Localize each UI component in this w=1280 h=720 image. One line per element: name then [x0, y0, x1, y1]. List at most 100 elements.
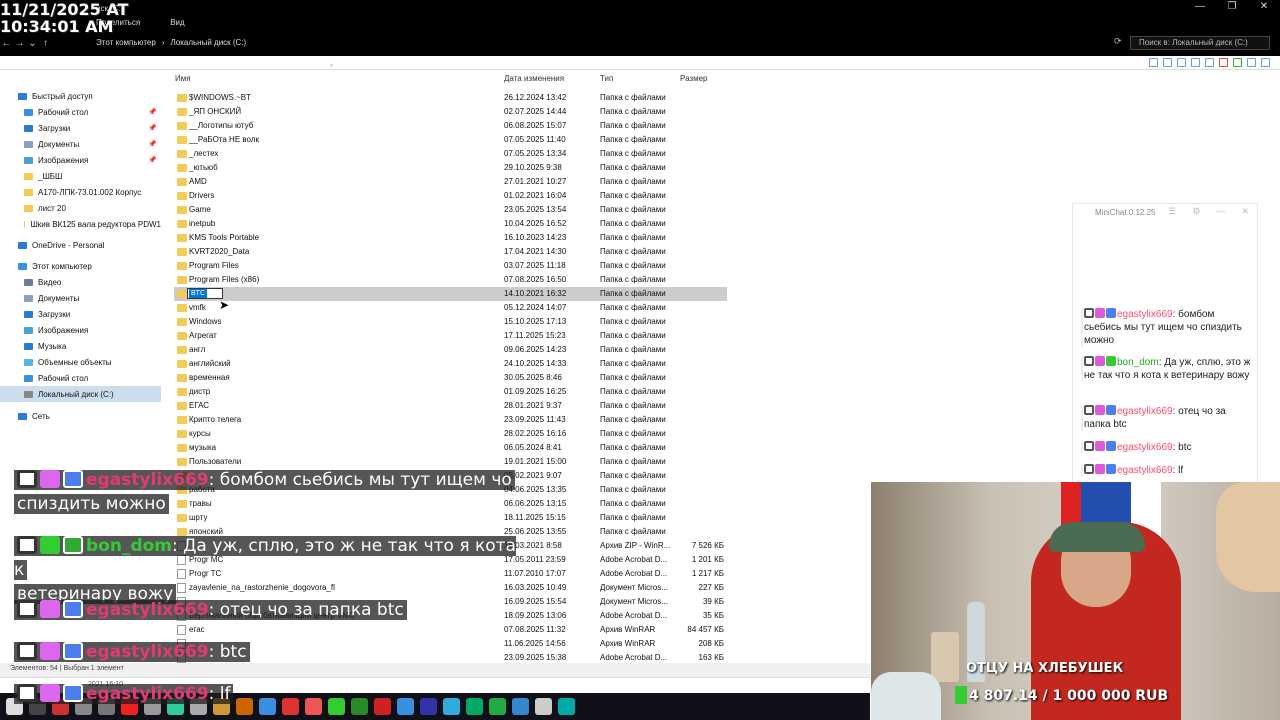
- minimize-icon[interactable]: —: [1216, 206, 1225, 217]
- maximize-button[interactable]: ❐: [1216, 0, 1248, 14]
- taskbar-app-icon[interactable]: [305, 698, 322, 715]
- file-row[interactable]: __Логотипы ютуб 06.08.2025 15:07 Папка с ф…: [174, 119, 727, 133]
- file-row[interactable]: $WINDOWS.~BT 26.12.2024 13:42 Папка с файл…: [174, 91, 727, 105]
- file-row[interactable]: Game 23.05.2025 13:54 Папка с файлами: [174, 203, 727, 217]
- taskbar-app-icon[interactable]: [190, 698, 207, 715]
- file-row[interactable]: _ЯП ОНСКИЙ 02.07.2025 14:44 Папка с файлам…: [174, 105, 727, 119]
- column-size[interactable]: Размер: [680, 74, 708, 83]
- nav-item[interactable]: Рабочий стол 📌: [0, 104, 161, 120]
- layout-icon[interactable]: [1149, 58, 1158, 67]
- globe-icon[interactable]: [1261, 58, 1270, 67]
- taskbar-app-icon[interactable]: [443, 698, 460, 715]
- nav-item[interactable]: Изображения 📌: [0, 152, 161, 168]
- taskbar-app-icon[interactable]: [6, 698, 23, 715]
- file-row[interactable]: Агрегат 17.11.2025 15:23 Папка с файлами: [174, 329, 727, 343]
- file-row[interactable]: работа 04.06.2025 13:35 Папка с файлами: [174, 483, 727, 497]
- rename-icon[interactable]: [1247, 58, 1256, 67]
- file-row[interactable]: Drivers 01.02.2021 16:04 Папка с файлами: [174, 189, 727, 203]
- taskbar-app-icon[interactable]: [397, 698, 414, 715]
- close-icon[interactable]: ✕: [1241, 206, 1249, 217]
- breadcrumb-local-disk[interactable]: Локальный диск (C:): [171, 36, 247, 50]
- rename-input[interactable]: BTC: [187, 288, 223, 299]
- history-chevron-icon[interactable]: ⌄: [26, 38, 39, 49]
- file-row[interactable]: KVRT2020_Data 17.04.2021 14:30 Папка с фай…: [174, 245, 727, 259]
- nav-item[interactable]: Рабочий стол: [0, 370, 161, 386]
- nav-item[interactable]: Сеть: [0, 408, 161, 424]
- nav-item[interactable]: Загрузки: [0, 306, 161, 322]
- file-row[interactable]: Progr TC 11.07.2010 17:07 Adobe Acrobat D.…: [174, 567, 727, 581]
- file-row[interactable]: 11.06.2025 14:56 Архив WinRAR 208 КБ: [174, 637, 727, 651]
- taskbar-app-icon[interactable]: [512, 698, 529, 715]
- taskbar-app-icon[interactable]: [121, 698, 138, 715]
- file-row[interactable]: 16.09.2025 15:54 Документ Micros... 39 КБ: [174, 595, 727, 609]
- file-row[interactable]: Windows 15.10.2025 17:13 Папка с файлами: [174, 315, 727, 329]
- nav-item[interactable]: Шкив ВК125 вала редуктора PDW1: [0, 216, 161, 232]
- nav-item[interactable]: А170-ЛПК-73.01.002 Корпус: [0, 184, 161, 200]
- nav-item[interactable]: лист 20: [0, 200, 161, 216]
- list-icon[interactable]: ☰: [1168, 206, 1176, 217]
- taskbar-app-icon[interactable]: [489, 698, 506, 715]
- nav-item[interactable]: Видео: [0, 274, 161, 290]
- nav-item[interactable]: OneDrive - Personal: [0, 237, 161, 253]
- taskbar-app-icon[interactable]: [374, 698, 391, 715]
- close-button[interactable]: ✕: [1248, 0, 1280, 14]
- file-row[interactable]: музыка 06.05.2024 8:41 Папка с файлами: [174, 441, 727, 455]
- breadcrumb-this-pc[interactable]: Этот компьютер: [96, 36, 156, 50]
- taskbar-app-icon[interactable]: [282, 698, 299, 715]
- file-row[interactable]: _ютьюб 29.10.2025 9:38 Папка с файлами: [174, 161, 727, 175]
- file-row[interactable]: курсы 28.02.2025 16:16 Папка с файлами: [174, 427, 727, 441]
- file-row[interactable]: Пользователи 19.01.2021 15:00 Папка с файл…: [174, 455, 727, 469]
- nav-item[interactable]: Изображения: [0, 322, 161, 338]
- delete-icon[interactable]: [1219, 58, 1228, 67]
- nav-item[interactable]: Этот компьютер: [0, 258, 161, 274]
- pin-icon[interactable]: 📌: [148, 140, 157, 148]
- taskbar-app-icon[interactable]: [535, 698, 552, 715]
- file-row[interactable]: Program Files (x86) 07.08.2025 16:50 Папка…: [174, 273, 727, 287]
- nav-item[interactable]: Объемные объекты: [0, 354, 161, 370]
- taskbar-app-icon[interactable]: [259, 698, 276, 715]
- file-row[interactable]: дистр 01.09.2025 16:25 Папка с файлами: [174, 385, 727, 399]
- nav-item[interactable]: Музыка: [0, 338, 161, 354]
- taskbar-app-icon[interactable]: [420, 698, 437, 715]
- nav-item[interactable]: Быстрый доступ: [0, 88, 161, 104]
- file-row[interactable]: zayavlenie_na_rastorzhenie_dogovora_fl 16…: [174, 581, 727, 595]
- file-row[interactable]: травы 06.06.2025 13:15 Папка с файлами: [174, 497, 727, 511]
- up-arrow-icon[interactable]: ↑: [39, 38, 52, 49]
- file-row[interactable]: inetpub 10.04.2025 16:52 Папка с файлами: [174, 217, 727, 231]
- taskbar-app-icon[interactable]: [167, 698, 184, 715]
- copy-icon[interactable]: [1191, 58, 1200, 67]
- refresh-icon[interactable]: ⟳: [1114, 36, 1122, 47]
- file-row[interactable]: _лестех 07.05.2025 13:34 Папка с файлами: [174, 147, 727, 161]
- nav-item[interactable]: Локальный диск (C:): [0, 386, 161, 402]
- column-name[interactable]: Имя: [175, 74, 191, 83]
- file-row[interactable]: Program Files 03.07.2025 11:18 Папка с фай…: [174, 259, 727, 273]
- file-row[interactable]: Крипто телега 23.09.2025 11:43 Папка с фай…: [174, 413, 727, 427]
- gear-icon[interactable]: ⚙: [1192, 206, 1200, 217]
- nav-item[interactable]: Загрузки 📌: [0, 120, 161, 136]
- taskbar-app-icon[interactable]: [328, 698, 345, 715]
- file-row[interactable]: BTC 14.10.2021 16:32 Папка с файлами: [174, 287, 727, 301]
- taskbar-app-icon[interactable]: [98, 698, 115, 715]
- file-row[interactable]: егас 07.08.2025 11:32 Архив WinRAR 84 457 К…: [174, 623, 727, 637]
- back-arrow-icon[interactable]: ←: [0, 38, 13, 49]
- pane-icon[interactable]: [1163, 58, 1172, 67]
- forward-arrow-icon[interactable]: →: [13, 38, 26, 49]
- taskbar-app-icon[interactable]: [213, 698, 230, 715]
- file-row[interactable]: KMS Tools Portable 16.10.2023 14:23 Папка …: [174, 231, 727, 245]
- pin-icon[interactable]: 📌: [148, 108, 157, 116]
- column-type[interactable]: Тип: [600, 74, 613, 83]
- file-row[interactable]: 05.02.2021 9:07 Папка с файлами: [174, 469, 727, 483]
- file-row[interactable]: японский 25.06.2025 13:55 Папка с файлами: [174, 525, 727, 539]
- ribbon-tab-view[interactable]: Вид: [170, 18, 184, 27]
- taskbar-app-icon[interactable]: [558, 698, 575, 715]
- search-input[interactable]: Поиск в: Локальный диск (C:): [1130, 36, 1270, 50]
- properties-icon[interactable]: [1177, 58, 1186, 67]
- pin-icon[interactable]: 📌: [148, 156, 157, 164]
- column-date[interactable]: Дата изменения: [504, 74, 564, 83]
- minimize-button[interactable]: —: [1184, 0, 1216, 14]
- file-row[interactable]: ЕГАС 28.01.2021 9:37 Папка с файлами: [174, 399, 727, 413]
- taskbar-app-icon[interactable]: [75, 698, 92, 715]
- file-row[interactable]: AMD 27.01.2021 10:27 Папка с файлами: [174, 175, 727, 189]
- taskbar-app-icon[interactable]: [52, 698, 69, 715]
- taskbar-app-icon[interactable]: [466, 698, 483, 715]
